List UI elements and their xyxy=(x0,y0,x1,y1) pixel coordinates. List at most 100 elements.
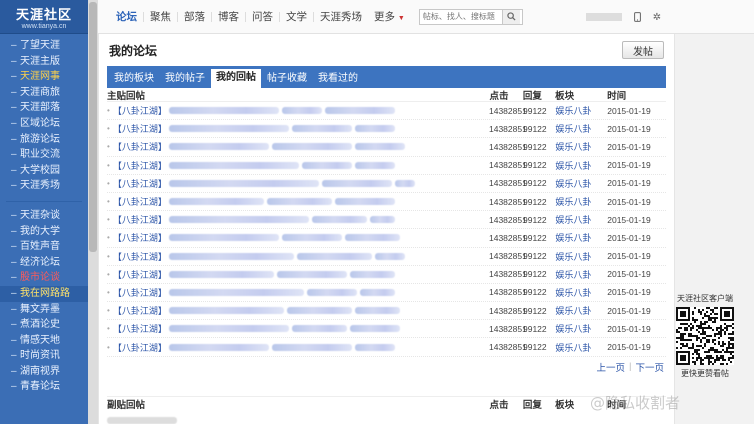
redacted-title xyxy=(271,143,352,151)
sidebar-item[interactable]: 大学校园 xyxy=(0,163,88,179)
reply-count: 99122 xyxy=(523,305,547,316)
nav-item[interactable]: 部落 xyxy=(178,11,212,22)
board-link[interactable]: 娱乐八卦 xyxy=(555,213,607,226)
post-title-link[interactable]: • 【八卦江湖】 xyxy=(107,122,489,135)
nav-item[interactable]: 天涯秀场 xyxy=(314,11,368,22)
sidebar-item[interactable]: 职业交流 xyxy=(0,147,88,163)
sidebar-item[interactable]: 情感天地 xyxy=(0,333,88,349)
bullet: • xyxy=(107,142,110,152)
sidebar-item[interactable]: 时尚资讯 xyxy=(0,348,88,364)
tianya-logo[interactable]: 天涯社区 www.tianya.cn xyxy=(0,0,88,34)
board-link[interactable]: 娱乐八卦 xyxy=(555,177,607,190)
board-link[interactable]: 娱乐八卦 xyxy=(555,159,607,172)
mobile-icon[interactable] xyxy=(632,12,642,22)
board-link[interactable]: 娱乐八卦 xyxy=(555,122,607,135)
board-link[interactable]: 娱乐八卦 xyxy=(555,104,607,117)
post-button[interactable]: 发帖 xyxy=(622,41,664,59)
tab[interactable]: 我的板块 xyxy=(109,70,159,88)
sidebar-item[interactable]: 旅游论坛 xyxy=(0,132,88,148)
post-title-link[interactable]: • 【八卦江湖】 xyxy=(107,268,489,281)
forum-tabs: 我的板块 我的帖子 我的回帖 帖子收藏 我看过的 xyxy=(107,66,666,88)
post-title-link[interactable]: • 【八卦江湖】 xyxy=(107,177,489,190)
username-redacted[interactable] xyxy=(586,13,622,21)
sidebar-item[interactable]: 煮酒论史 xyxy=(0,317,88,333)
page-title: 我的论坛 xyxy=(109,43,158,58)
sidebar-item[interactable]: 青春论坛 xyxy=(0,379,88,395)
post-time: 2015-01-19 xyxy=(607,196,651,207)
sidebar-item[interactable]: 我在网路路 xyxy=(0,285,88,302)
click-count: 14382851 xyxy=(489,160,527,171)
sidebar-item[interactable]: 百姓声音 xyxy=(0,239,88,255)
sidebar-item[interactable]: 舞文弄墨 xyxy=(0,302,88,318)
nav-item[interactable]: 问答 xyxy=(246,11,280,22)
board-link[interactable]: 娱乐八卦 xyxy=(555,268,607,281)
sidebar-item[interactable]: 了望天涯 xyxy=(0,38,88,54)
board-link[interactable]: 娱乐八卦 xyxy=(555,341,607,354)
redacted-title xyxy=(374,252,405,260)
scrollbar-thumb[interactable] xyxy=(89,2,97,252)
redacted-title xyxy=(168,307,284,315)
post-time: 2015-01-19 xyxy=(607,178,651,189)
sidebar-item[interactable]: 天涯杂谈 xyxy=(0,208,88,224)
redacted-title xyxy=(281,107,322,115)
post-title-link[interactable]: • 【八卦江湖】 xyxy=(107,140,489,153)
tab[interactable]: 我的帖子 xyxy=(160,70,210,88)
sidebar: 天涯社区 www.tianya.cn 了望天涯天涯主版天涯网事天涯商旅天涯部落区… xyxy=(0,0,88,424)
post-title-link[interactable]: • 【八卦江湖】 xyxy=(107,322,489,335)
sidebar-item[interactable]: 区域论坛 xyxy=(0,116,88,132)
gear-icon[interactable]: ✲ xyxy=(652,12,662,23)
board-link[interactable]: 娱乐八卦 xyxy=(555,286,607,299)
nav-item[interactable]: 聚焦 xyxy=(144,11,178,22)
qr-code-icon xyxy=(676,307,734,365)
sidebar-scrollbar[interactable] xyxy=(88,0,98,424)
reply-count: 99122 xyxy=(523,251,547,262)
post-time: 2015-01-19 xyxy=(607,105,651,116)
sidebar-item[interactable]: 天涯部落 xyxy=(0,100,88,116)
redacted-title xyxy=(349,270,395,278)
board-link[interactable]: 娱乐八卦 xyxy=(555,140,607,153)
search-button[interactable] xyxy=(501,9,520,24)
search-input[interactable] xyxy=(419,9,502,24)
nav-item[interactable]: 文学 xyxy=(280,11,314,22)
sidebar-item[interactable]: 天涯秀场 xyxy=(0,178,88,194)
post-tag: 【八卦江湖】 xyxy=(112,342,167,353)
sidebar-item[interactable]: 股市论谈 xyxy=(0,270,88,286)
reply-count: 99122 xyxy=(523,105,547,116)
board-link[interactable]: 娱乐八卦 xyxy=(555,250,607,263)
redacted-title xyxy=(311,216,367,224)
table-header: 主贴回帖 点击 回复 板块 时间 xyxy=(107,88,666,102)
tab[interactable]: 帖子收藏 xyxy=(262,70,312,88)
post-title-link[interactable]: • 【八卦江湖】 xyxy=(107,341,489,354)
sidebar-item[interactable]: 天涯主版 xyxy=(0,54,88,70)
prev-page-link[interactable]: 上一页 xyxy=(597,360,626,374)
sidebar-item[interactable]: 湖南视界 xyxy=(0,364,88,380)
nav-more[interactable]: 更多 ▼ xyxy=(368,9,411,24)
post-title-link[interactable]: • 【八卦江湖】 xyxy=(107,195,489,208)
post-title-link[interactable]: • 【八卦江湖】 xyxy=(107,159,489,172)
sidebar-item[interactable]: 经济论坛 xyxy=(0,255,88,271)
board-link[interactable]: 娱乐八卦 xyxy=(555,231,607,244)
sidebar-item[interactable]: 天涯商旅 xyxy=(0,85,88,101)
sidebar-item[interactable]: 我的大学 xyxy=(0,224,88,240)
sidebar-group-main: 了望天涯天涯主版天涯网事天涯商旅天涯部落区域论坛旅游论坛职业交流大学校园天涯秀场 xyxy=(0,34,88,194)
post-tag: 【八卦江湖】 xyxy=(112,124,167,135)
sidebar-item[interactable]: 天涯网事 xyxy=(0,69,88,85)
tab[interactable]: 我看过的 xyxy=(313,70,363,88)
post-title-link[interactable]: • 【八卦江湖】 xyxy=(107,104,489,117)
board-link[interactable]: 娱乐八卦 xyxy=(555,195,607,208)
nav-item[interactable]: 论坛 xyxy=(110,11,144,22)
tab[interactable]: 我的回帖 xyxy=(211,69,261,88)
nav-item[interactable]: 博客 xyxy=(212,11,246,22)
post-title-link[interactable]: • 【八卦江湖】 xyxy=(107,231,489,244)
post-title-link[interactable]: • 【八卦江湖】 xyxy=(107,213,489,226)
post-title-link[interactable]: • 【八卦江湖】 xyxy=(107,286,489,299)
post-title-link[interactable]: • 【八卦江湖】 xyxy=(107,304,489,317)
redacted-title xyxy=(281,234,342,242)
board-link[interactable]: 娱乐八卦 xyxy=(555,322,607,335)
table-row: • 【八卦江湖】 14382851 99122 娱乐八卦 2015-01-19 xyxy=(107,302,666,321)
board-link[interactable]: 娱乐八卦 xyxy=(555,304,607,317)
post-title-link[interactable]: • 【八卦江湖】 xyxy=(107,250,489,263)
next-page-link[interactable]: 下一页 xyxy=(635,360,664,374)
app-download-qr[interactable]: 天涯社区客户端 更快更赞看帖 xyxy=(670,293,740,379)
reply-count: 99122 xyxy=(523,323,547,334)
